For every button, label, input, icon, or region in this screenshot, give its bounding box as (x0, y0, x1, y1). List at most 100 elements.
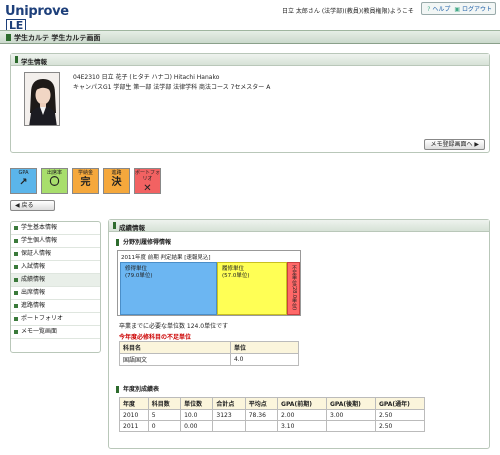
left-menu: 学生基本情報 学生個人情報 保証人情報 入試情報 成績情報 出席情報 進路情報 … (10, 221, 101, 353)
table-cell: 4.0 (229, 353, 300, 366)
menu-bullet-icon (14, 304, 18, 308)
student-info-panel: 学生情報 04E2310 日立 花子 (ヒタチ ハナコ) Hitachi Han… (10, 53, 490, 153)
menu-item-guarantor-info[interactable]: 保証人情報 (11, 248, 100, 261)
tuition-status-symbol: 完 (80, 177, 91, 188)
title-marker (6, 34, 11, 41)
table-cell: 5 (147, 409, 182, 421)
cross-icon: ✕ (143, 183, 152, 194)
table-row: 国語国文 4.0 (119, 353, 300, 366)
column-header: 単位 (229, 341, 300, 354)
shortage-credits-title: 不足単位 (291, 265, 297, 285)
menu-item-career-info[interactable]: 進路情報 (11, 300, 100, 313)
shortage-credits-value: (28.0単位) (291, 285, 297, 311)
student-panel-header: 学生情報 (11, 54, 489, 66)
menu-item-portfolio[interactable]: ポートフォリオ (11, 313, 100, 326)
menu-item-label: メモ一覧画面 (21, 328, 58, 335)
gpa-badge-label: GPA (18, 170, 29, 176)
table-header-row: 科目名 単位 (119, 341, 300, 354)
earned-credits-label: 修得単位 (79.0単位) (125, 266, 153, 280)
earned-credits-value: (79.0単位) (125, 273, 153, 279)
table-cell: 2.00 (277, 409, 327, 421)
student-photo (24, 72, 60, 126)
shortage-credits-bar: 不足単位(28.0単位) (287, 262, 300, 315)
menu-item-grades-info[interactable]: 成績情報 (11, 274, 100, 287)
help-link[interactable]: ヘルプ (432, 6, 450, 13)
menu-item-label: 進路情報 (21, 302, 46, 309)
portfolio-badge[interactable]: ポートフォリオ ✕ (134, 168, 161, 194)
column-header: 単位数 (180, 397, 214, 410)
table-cell (212, 420, 246, 432)
table-cell: 3.10 (277, 420, 327, 432)
student-affiliation: キャンパスG1 学部生 第一部 法学部 法律学科 商法コース 7セメスター A (73, 84, 271, 91)
shortage-title: 今年度必修科目の不足単位 (119, 334, 192, 341)
column-header: 年度 (119, 397, 149, 410)
yearly-grades-table: 年度 科目数 単位数 合計点 平均点 GPA(前期) GPA(後期) GPA(通… (119, 397, 426, 432)
shortage-credits-label: 不足単位(28.0単位) (290, 265, 297, 310)
gpa-badge[interactable]: GPA ↗ (10, 168, 37, 194)
yearly-grades-title: 年度別成績表 (116, 386, 159, 393)
panel-marker (113, 222, 116, 229)
circle-icon: 〇 (49, 177, 60, 188)
attendance-badge[interactable]: 出席率 〇 (41, 168, 68, 194)
menu-bullet-icon (14, 278, 18, 282)
back-button-label: 戻る (21, 202, 34, 209)
memo-register-button[interactable]: メモ登録画面へ ▶ (424, 139, 485, 150)
table-cell: 78.36 (244, 409, 279, 421)
grades-panel-header: 成績情報 (109, 220, 489, 232)
column-header: 科目数 (147, 397, 182, 410)
table-cell: 0 (147, 420, 182, 432)
menu-bullet-icon (14, 265, 18, 269)
menu-bullet-icon (14, 239, 18, 243)
career-badge[interactable]: 進路 決 (103, 168, 130, 194)
menu-item-memo-list[interactable]: メモ一覧画面 (11, 326, 100, 339)
up-arrow-icon: ↗ (19, 177, 28, 188)
menu-item-personal-info[interactable]: 学生個人情報 (11, 235, 100, 248)
enrolled-credits-bar: 履修単位 (57.0単位) (217, 262, 287, 315)
credit-summary-box: 2011年度 前期 判定結果 [速報見込] 修得単位 (79.0単位) 履修単位(… (117, 250, 301, 316)
table-row: 2010 5 10.0 3123 78.36 2.00 3.00 2.50 (119, 409, 426, 421)
table-cell: 2011 (119, 420, 149, 432)
attendance-badge-label: 出席率 (46, 170, 62, 176)
menu-item-attendance-info[interactable]: 出席情報 (11, 287, 100, 300)
table-cell: 3.00 (326, 409, 376, 421)
menu-bullet-icon (14, 252, 18, 256)
enrolled-credits-title: 履修単位 (222, 266, 245, 272)
portfolio-badge-label: ポートフォリオ (135, 170, 161, 182)
credit-section-title: 分野別履修得情報 (116, 239, 171, 246)
menu-bullet-icon (14, 226, 18, 230)
table-row: 2011 0 0.00 3.10 2.50 (119, 420, 426, 432)
table-cell: 2.50 (374, 409, 426, 421)
help-icon: ? (427, 6, 431, 13)
table-header-row: 年度 科目数 単位数 合計点 平均点 GPA(前期) GPA(後期) GPA(通… (119, 397, 426, 410)
judgment-caption: 2011年度 前期 判定結果 [速報見込] (121, 255, 211, 261)
back-button[interactable]: ◀ 戻る (10, 200, 55, 211)
menu-item-label: 保証人情報 (21, 250, 52, 257)
remaining-credits-text: 卒業までに必要な単位数 124.0単位です (119, 323, 229, 330)
table-cell (326, 420, 376, 432)
table-cell: 0.00 (180, 420, 214, 432)
panel-marker (15, 56, 18, 63)
page-title: 学生カルテ 学生カルテ画面 (14, 34, 101, 42)
column-header: GPA(通年) (374, 397, 426, 410)
column-header: 合計点 (212, 397, 246, 410)
menu-item-label: 入試情報 (21, 263, 46, 270)
career-status-symbol: 決 (111, 177, 122, 188)
user-greeting: 日立 太郎さん (法学部)(教員)(教員権限)ようこそ (282, 8, 414, 15)
shortage-table: 科目名 単位 国語国文 4.0 (119, 341, 300, 366)
menu-item-label: 学生基本情報 (21, 224, 58, 231)
table-cell (244, 420, 279, 432)
menu-item-admission-info[interactable]: 入試情報 (11, 261, 100, 274)
earned-credits-title: 修得単位 (125, 266, 148, 272)
logo-main-text: Uniprove (5, 4, 69, 19)
logout-link[interactable]: ログアウト (462, 6, 492, 13)
menu-item-basic-info[interactable]: 学生基本情報 (11, 222, 100, 235)
menu-item-label: 学生個人情報 (21, 237, 58, 244)
table-cell: 10.0 (180, 409, 214, 421)
uniprove-le-logo: UniproveLE (5, 4, 77, 33)
tuition-badge[interactable]: 学納金 完 (72, 168, 99, 194)
student-id-name: 04E2310 日立 花子 (ヒタチ ハナコ) Hitachi Hanako (73, 74, 220, 81)
arrow-right-icon: ▶ (472, 141, 479, 148)
help-logout-links: ? ヘルプ ▣ ログアウト (421, 2, 496, 15)
memo-register-label: メモ登録画面へ (430, 141, 473, 148)
menu-item-label: ポートフォリオ (21, 315, 64, 322)
